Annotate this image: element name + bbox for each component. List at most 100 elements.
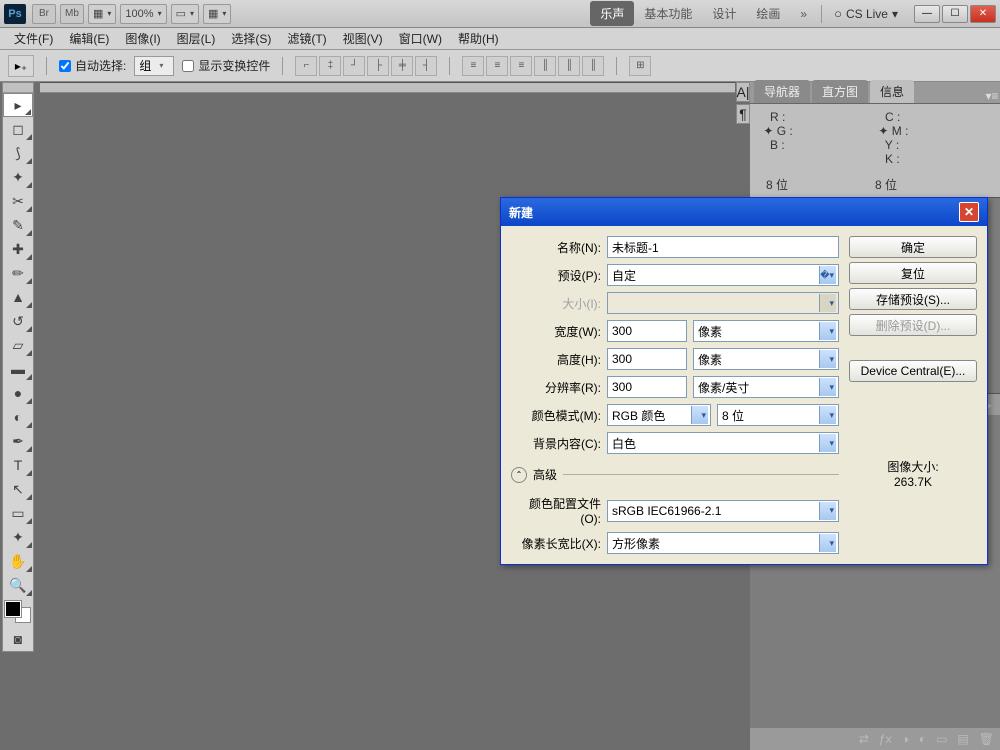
app-logo: Ps: [4, 4, 26, 24]
path-select-tool[interactable]: ↖: [3, 477, 33, 501]
move-tool-preset[interactable]: ▸₊: [8, 55, 34, 77]
profile-combo[interactable]: sRGB IEC61966-2.1▾: [607, 500, 839, 522]
link-layers-icon[interactable]: ⇄: [859, 732, 869, 746]
layer-fx-icon[interactable]: ƒx: [879, 732, 892, 746]
reset-button[interactable]: 复位: [849, 262, 977, 284]
marquee-tool[interactable]: ◻: [3, 117, 33, 141]
menu-window[interactable]: 窗口(W): [391, 30, 450, 47]
menu-edit[interactable]: 编辑(E): [61, 30, 117, 47]
align-icon[interactable]: ‡: [319, 56, 341, 76]
extras-combo[interactable]: ▦: [203, 4, 231, 24]
dialog-titlebar[interactable]: 新建 ✕: [501, 198, 987, 226]
resolution-unit-combo[interactable]: 像素/英寸▾: [693, 376, 839, 398]
tab-histogram[interactable]: 直方图: [812, 80, 868, 103]
distribute-icon[interactable]: ║: [558, 56, 580, 76]
bg-combo[interactable]: 白色▾: [607, 432, 839, 454]
zoom-combo[interactable]: 100%: [120, 4, 166, 24]
distribute-icon[interactable]: ≡: [486, 56, 508, 76]
pen-tool[interactable]: ✒: [3, 429, 33, 453]
aspect-combo[interactable]: 方形像素▾: [607, 532, 839, 554]
workspace-more[interactable]: »: [790, 3, 817, 25]
tab-info[interactable]: 信息: [870, 80, 914, 103]
show-transform-checkbox[interactable]: 显示变换控件: [182, 57, 270, 74]
bitdepth-combo[interactable]: 8 位▾: [717, 404, 839, 426]
3d-tool[interactable]: ✦: [3, 525, 33, 549]
align-icon[interactable]: ┘: [343, 56, 365, 76]
workspace-tab[interactable]: 设计: [702, 1, 746, 26]
tab-navigator[interactable]: 导航器: [754, 80, 810, 103]
quick-mask-toggle[interactable]: ◙: [3, 627, 33, 651]
shape-tool[interactable]: ▭: [3, 501, 33, 525]
minibridge-button[interactable]: Mb: [60, 4, 84, 24]
distribute-icon[interactable]: ≡: [462, 56, 484, 76]
layer-mask-icon[interactable]: ◑: [902, 732, 909, 746]
menu-image[interactable]: 图像(I): [117, 30, 168, 47]
colormode-combo[interactable]: RGB 颜色▾: [607, 404, 711, 426]
menu-layer[interactable]: 图层(L): [169, 30, 224, 47]
minimize-button[interactable]: —: [914, 5, 940, 23]
distribute-icon[interactable]: ≡: [510, 56, 532, 76]
workspace-tab[interactable]: 基本功能: [634, 1, 702, 26]
device-central-button[interactable]: Device Central(E)...: [849, 360, 977, 382]
hand-tool[interactable]: ✋: [3, 549, 33, 573]
close-button[interactable]: ✕: [970, 5, 996, 23]
width-unit-combo[interactable]: 像素▾: [693, 320, 839, 342]
delete-layer-icon[interactable]: 🗑: [979, 732, 994, 746]
height-input[interactable]: 300: [607, 348, 687, 370]
ok-button[interactable]: 确定: [849, 236, 977, 258]
gradient-tool[interactable]: ▬: [3, 357, 33, 381]
distribute-icon[interactable]: ║: [582, 56, 604, 76]
character-panel-icon[interactable]: A|: [736, 82, 750, 102]
advanced-toggle-icon[interactable]: ⌃: [511, 467, 527, 483]
workspace-tab[interactable]: 乐声: [590, 1, 634, 26]
menu-filter[interactable]: 滤镜(T): [279, 30, 334, 47]
eyedropper-tool[interactable]: ✎: [3, 213, 33, 237]
menu-help[interactable]: 帮助(H): [450, 30, 507, 47]
preset-combo[interactable]: 自定�▾: [607, 264, 839, 286]
name-input[interactable]: 未标题-1: [607, 236, 839, 258]
height-unit-combo[interactable]: 像素▾: [693, 348, 839, 370]
auto-align-icon[interactable]: ⊞: [629, 56, 651, 76]
distribute-icon[interactable]: ║: [534, 56, 556, 76]
menu-view[interactable]: 视图(V): [335, 30, 391, 47]
dialog-close-button[interactable]: ✕: [959, 202, 979, 222]
advanced-toggle-row[interactable]: ⌃ 高级: [511, 466, 839, 483]
auto-select-checkbox[interactable]: 自动选择:: [59, 57, 126, 74]
toolbox-handle[interactable]: [3, 83, 33, 93]
zoom-tool[interactable]: 🔍: [3, 573, 33, 597]
width-input[interactable]: 300: [607, 320, 687, 342]
history-brush-tool[interactable]: ↺: [3, 309, 33, 333]
stamp-tool[interactable]: ▲: [3, 285, 33, 309]
save-preset-button[interactable]: 存储预设(S)...: [849, 288, 977, 310]
quick-select-tool[interactable]: ✦: [3, 165, 33, 189]
align-icon[interactable]: ├: [367, 56, 389, 76]
brush-tool[interactable]: ✏: [3, 261, 33, 285]
color-swatches[interactable]: [5, 601, 31, 623]
cslive-button[interactable]: CS Live▾: [826, 6, 906, 21]
align-icon[interactable]: ┤: [415, 56, 437, 76]
adjustment-layer-icon[interactable]: ◐: [919, 732, 926, 746]
healing-tool[interactable]: ✚: [3, 237, 33, 261]
type-tool[interactable]: T: [3, 453, 33, 477]
workspace-tab[interactable]: 绘画: [746, 1, 790, 26]
arrange-docs-combo[interactable]: ▭: [171, 4, 199, 24]
align-icon[interactable]: ╪: [391, 56, 413, 76]
lasso-tool[interactable]: ⟆: [3, 141, 33, 165]
move-tool[interactable]: ▸: [3, 93, 33, 117]
bridge-button[interactable]: Br: [32, 4, 56, 24]
auto-select-target-combo[interactable]: 组: [134, 56, 174, 76]
resolution-input[interactable]: 300: [607, 376, 687, 398]
group-icon[interactable]: ▭: [936, 732, 947, 746]
align-icon[interactable]: ⌐: [295, 56, 317, 76]
new-layer-icon[interactable]: ▤: [957, 732, 968, 746]
blur-tool[interactable]: ●: [3, 381, 33, 405]
menu-file[interactable]: 文件(F): [6, 30, 61, 47]
panel-menu-icon[interactable]: ▾≡: [984, 89, 1000, 103]
paragraph-panel-icon[interactable]: ¶: [736, 104, 750, 124]
screen-mode-combo[interactable]: ▦: [88, 4, 116, 24]
menu-select[interactable]: 选择(S): [223, 30, 279, 47]
dodge-tool[interactable]: ◐: [3, 405, 33, 429]
eraser-tool[interactable]: ▱: [3, 333, 33, 357]
maximize-button[interactable]: ☐: [942, 5, 968, 23]
crop-tool[interactable]: ✂: [3, 189, 33, 213]
